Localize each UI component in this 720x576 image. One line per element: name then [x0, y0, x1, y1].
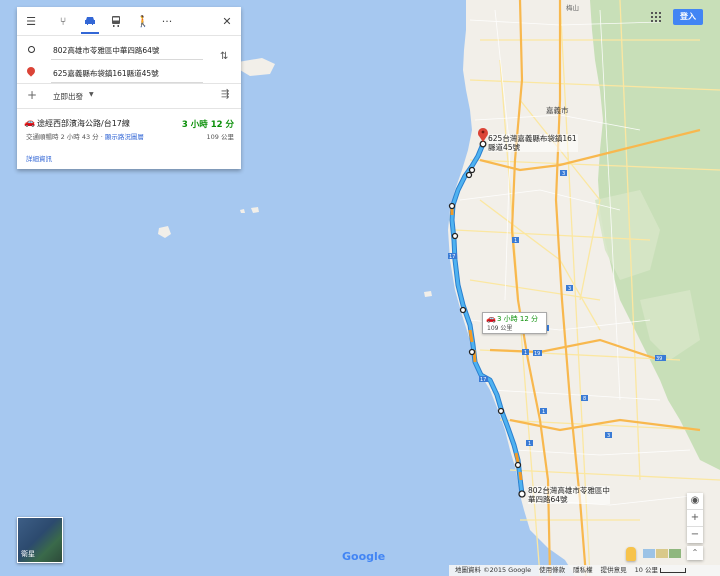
best-route-icon[interactable]: ⑂ — [55, 13, 71, 29]
satellite-label: 衛星 — [21, 550, 35, 558]
add-destination-icon[interactable]: + — [27, 88, 37, 102]
shield-label: 17 — [480, 377, 486, 383]
shield-label: 39 — [656, 356, 662, 362]
scale: 10 公里 — [635, 565, 686, 576]
privacy-link[interactable]: 隱私權 — [573, 565, 593, 576]
street-view-pegman-icon[interactable] — [626, 547, 636, 561]
thumbnail[interactable] — [656, 549, 668, 558]
bubble-distance: 109 公里 — [487, 325, 513, 332]
route-distance: 109 公里 — [206, 133, 234, 141]
zoom-in-button[interactable]: + — [687, 510, 703, 527]
traffic-text: 交通順暢時 2 小時 43 分 · — [26, 133, 105, 141]
scale-bar — [659, 567, 686, 573]
satellite-toggle[interactable]: 衛星 — [17, 517, 63, 563]
sign-in-button[interactable]: 登入 — [673, 9, 703, 25]
more-icon[interactable]: ··· — [159, 13, 175, 29]
swap-icon[interactable]: ⇅ — [220, 51, 228, 62]
selected-mode-indicator — [81, 32, 99, 34]
shield-label: 1 — [514, 238, 517, 244]
destination-row[interactable]: 625嘉義縣布袋鎮161縣道45號 — [17, 63, 241, 83]
depart-time-select[interactable]: 立即出發 — [53, 91, 83, 102]
details-link[interactable]: 詳細資訊 — [26, 153, 52, 163]
shield-label: 19 — [534, 351, 540, 357]
walk-icon[interactable]: 🚶 — [135, 13, 151, 29]
expand-button[interactable]: ⌃ — [687, 546, 703, 560]
destination-map-label: 625台灣嘉義縣布袋鎮161縣道45號 — [488, 134, 578, 152]
zoom-out-button[interactable]: − — [687, 527, 703, 543]
transit-icon[interactable] — [108, 13, 124, 29]
shield-label: 3 — [568, 286, 571, 292]
bubble-duration: 3 小時 12 分 — [497, 315, 539, 323]
map-footer: 地圖資料 ©2015 Google 使用條款 隱私權 提供意見 10 公里 — [449, 565, 720, 576]
route-summary[interactable]: 🚗 途經西部濱海公路/台17線 3 小時 12 分 交通順暢時 2 小時 43 … — [17, 108, 241, 148]
show-traffic-link[interactable]: 顯示路況圖層 — [105, 133, 144, 141]
scale-label: 10 公里 — [634, 566, 658, 574]
travel-mode-bar: ☰ ⑂ 🚶 ··· ✕ — [17, 7, 241, 36]
zoom-controls: ◉ + − — [687, 493, 703, 543]
origin-map-label: 802台灣高雄市苓雅區中華四路64號 — [528, 486, 610, 504]
origin-circle-icon — [28, 46, 35, 53]
island — [424, 291, 432, 297]
chevron-down-icon[interactable]: ▼ — [89, 91, 94, 98]
feedback-link[interactable]: 提供意見 — [601, 565, 627, 576]
menu-icon[interactable]: ☰ — [23, 13, 39, 29]
route-options-row: + 立即出發 ▼ ⇶ — [17, 83, 241, 109]
shield-label: 1 — [524, 350, 527, 356]
route-options-icon[interactable]: ⇶ — [221, 89, 229, 100]
destination-pin-icon — [25, 65, 37, 77]
shield-label: 8 — [583, 396, 586, 402]
terms-link[interactable]: 使用條款 — [539, 565, 565, 576]
shield-label: 3 — [562, 171, 565, 177]
shield-label: 17 — [449, 254, 455, 260]
my-location-button[interactable]: ◉ — [687, 493, 703, 510]
route-duration: 3 小時 12 分 — [181, 120, 234, 130]
apps-grid-icon[interactable] — [651, 12, 661, 22]
attribution: 地圖資料 ©2015 Google — [455, 566, 532, 574]
destination-input[interactable]: 625嘉義縣布袋鎮161縣道45號 — [53, 68, 203, 79]
origin-row[interactable]: 802高雄市苓雅區中華四路64號 — [17, 40, 241, 60]
traffic-info: 交通順暢時 2 小時 43 分 · 顯示路況圖層 — [26, 131, 144, 141]
car-icon: 🚗 — [24, 118, 36, 128]
origin-input[interactable]: 802高雄市苓雅區中華四路64號 — [53, 45, 203, 56]
car-icon[interactable] — [82, 13, 98, 29]
directions-panel: ☰ ⑂ 🚶 ··· ✕ 802高雄市苓雅區中華四路64號 ⇅ 625嘉義縣布袋鎮… — [17, 7, 241, 169]
town-label: 梅山 — [566, 3, 579, 12]
thumbnail[interactable] — [643, 549, 655, 558]
shield-label: 1 — [542, 409, 545, 415]
route-via: 途經西部濱海公路/台17線 — [37, 119, 130, 128]
city-label-chiayi: 嘉義市 — [546, 105, 569, 115]
google-logo-text: Google — [342, 550, 386, 563]
shield-label: 1 — [528, 441, 531, 447]
close-icon[interactable]: ✕ — [219, 13, 235, 29]
google-logo: Google — [342, 550, 385, 563]
shield-label: 3 — [607, 433, 610, 439]
car-icon: 🚗 — [486, 314, 496, 323]
thumbnail[interactable] — [669, 549, 681, 558]
route-info-bubble[interactable]: 🚗 3 小時 12 分 109 公里 — [482, 312, 547, 334]
map-app: 17 1 3 19 1 3 10 1 3 17 8 39 1 嘉義市 梅山 ☰ … — [0, 0, 720, 576]
imagery-thumbnails[interactable] — [643, 549, 681, 558]
